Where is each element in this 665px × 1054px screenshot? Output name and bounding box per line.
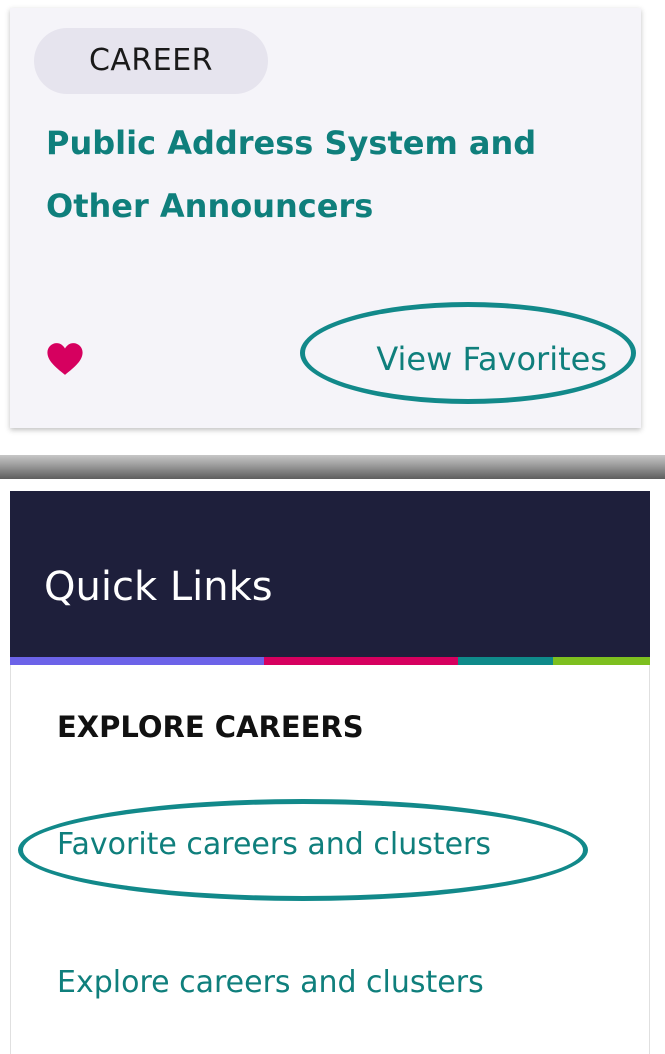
view-favorites-link[interactable]: View Favorites (376, 332, 607, 386)
stripe-segment-purple (10, 657, 264, 665)
stripe-segment-green (553, 657, 650, 665)
screenshot-divider (0, 455, 665, 479)
explore-careers-heading: EXPLORE CAREERS (57, 710, 364, 744)
quick-links-title: Quick Links (44, 564, 273, 610)
color-stripe (10, 657, 650, 665)
stripe-segment-teal (458, 657, 553, 665)
favorite-careers-link[interactable]: Favorite careers and clusters (57, 825, 491, 865)
stripe-segment-pink (264, 657, 458, 665)
career-card-screenshot: CAREER Public Address System and Other A… (0, 0, 665, 455)
career-tag: CAREER (34, 28, 268, 94)
quick-links-panel: Quick Links EXPLORE CAREERS Favorite car… (0, 479, 665, 1054)
career-card[interactable]: CAREER Public Address System and Other A… (10, 8, 641, 428)
career-title[interactable]: Public Address System and Other Announce… (46, 112, 566, 238)
explore-careers-link[interactable]: Explore careers and clusters (57, 963, 484, 1003)
heart-icon[interactable] (46, 342, 84, 376)
quick-links-header: Quick Links (10, 491, 650, 657)
quick-links-body: EXPLORE CAREERS Favorite careers and clu… (10, 665, 650, 1054)
